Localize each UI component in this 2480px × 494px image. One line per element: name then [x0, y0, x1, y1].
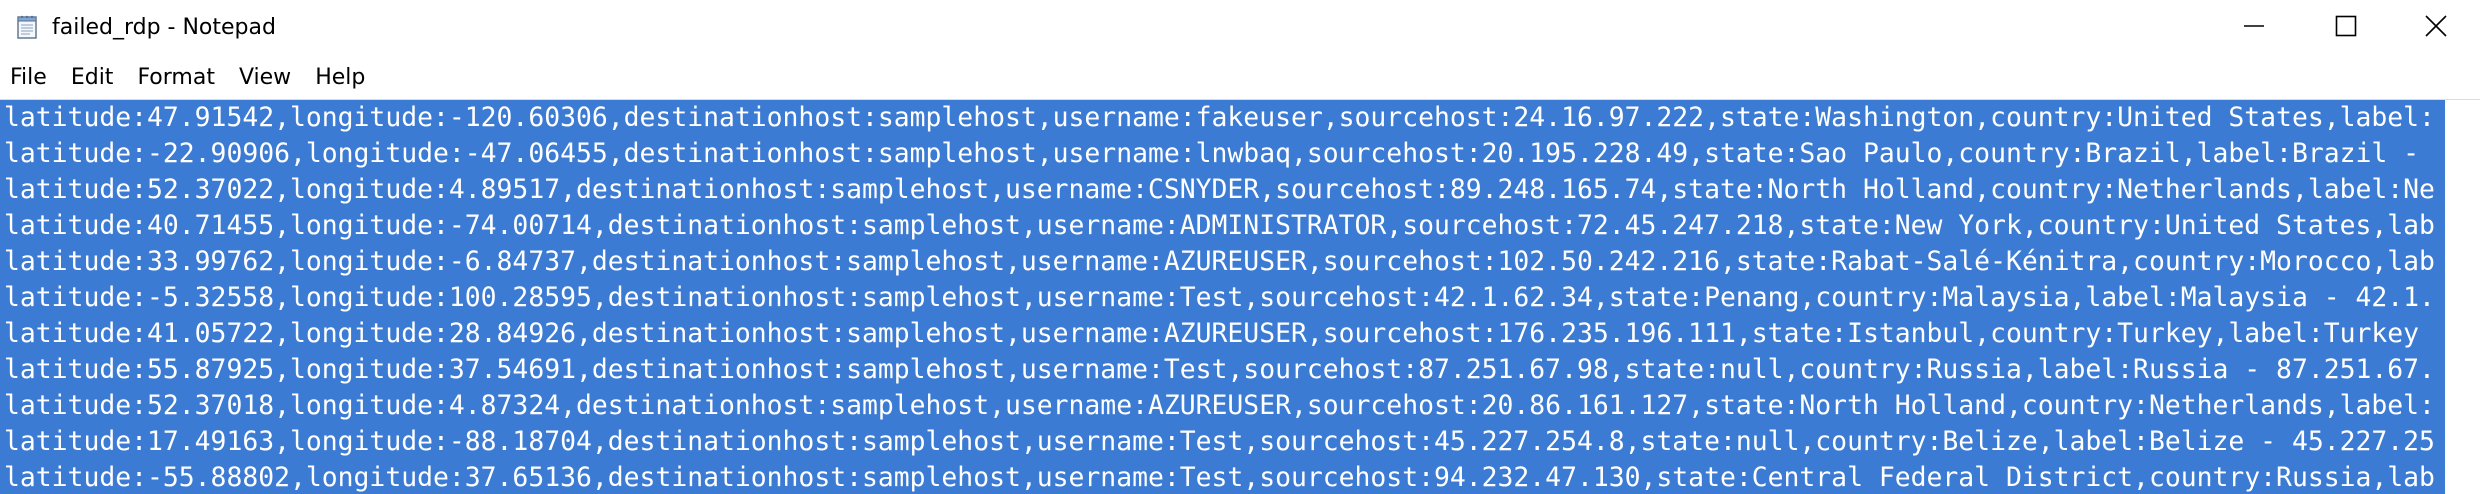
maximize-icon	[2334, 14, 2358, 42]
selected-text: latitude:47.91542,longitude:-120.60306,d…	[0, 100, 2445, 136]
text-line[interactable]: latitude:17.49163,longitude:-88.18704,de…	[0, 424, 2480, 460]
menu-bar: File Edit Format View Help	[0, 60, 2480, 96]
selected-text: latitude:40.71455,longitude:-74.00714,de…	[0, 208, 2445, 244]
editor-right-edge	[2445, 100, 2480, 494]
selected-text: latitude:55.87925,longitude:37.54691,des…	[0, 352, 2445, 388]
menu-format[interactable]: Format	[125, 60, 227, 96]
selected-text: latitude:-55.88802,longitude:37.65136,de…	[0, 460, 2445, 494]
menu-help[interactable]: Help	[303, 60, 377, 96]
text-line[interactable]: latitude:-55.88802,longitude:37.65136,de…	[0, 460, 2480, 494]
selected-text: latitude:-22.90906,longitude:-47.06455,d…	[0, 136, 2445, 172]
notepad-icon[interactable]	[14, 14, 40, 40]
selected-text: latitude:33.99762,longitude:-6.84737,des…	[0, 244, 2445, 280]
menu-edit[interactable]: Edit	[59, 60, 126, 96]
menu-file[interactable]: File	[0, 60, 59, 96]
title-bar[interactable]: failed_rdp - Notepad	[0, 0, 2480, 56]
selected-text: latitude:52.37022,longitude:4.89517,dest…	[0, 172, 2445, 208]
notepad-window: failed_rdp - Notepad File Edit Format Vi…	[0, 0, 2480, 494]
close-icon	[2424, 14, 2448, 42]
minimize-icon	[2242, 14, 2266, 42]
text-line[interactable]: latitude:47.91542,longitude:-120.60306,d…	[0, 100, 2480, 136]
text-editor[interactable]: latitude:47.91542,longitude:-120.60306,d…	[0, 99, 2480, 494]
selected-text: latitude:-5.32558,longitude:100.28595,de…	[0, 280, 2445, 316]
selected-text: latitude:52.37018,longitude:4.87324,dest…	[0, 388, 2445, 424]
text-line[interactable]: latitude:-22.90906,longitude:-47.06455,d…	[0, 136, 2480, 172]
text-line[interactable]: latitude:52.37022,longitude:4.89517,dest…	[0, 172, 2480, 208]
text-line[interactable]: latitude:-5.32558,longitude:100.28595,de…	[0, 280, 2480, 316]
text-line[interactable]: latitude:33.99762,longitude:-6.84737,des…	[0, 244, 2480, 280]
close-button[interactable]	[2390, 0, 2480, 56]
minimize-button[interactable]	[2208, 0, 2300, 56]
text-line[interactable]: latitude:52.37018,longitude:4.87324,dest…	[0, 388, 2480, 424]
selected-text: latitude:41.05722,longitude:28.84926,des…	[0, 316, 2445, 352]
menu-view[interactable]: View	[227, 60, 303, 96]
window-title: failed_rdp - Notepad	[52, 15, 276, 40]
text-line[interactable]: latitude:40.71455,longitude:-74.00714,de…	[0, 208, 2480, 244]
text-line[interactable]: latitude:55.87925,longitude:37.54691,des…	[0, 352, 2480, 388]
selected-text: latitude:17.49163,longitude:-88.18704,de…	[0, 424, 2445, 460]
text-line[interactable]: latitude:41.05722,longitude:28.84926,des…	[0, 316, 2480, 352]
maximize-button[interactable]	[2300, 0, 2392, 56]
